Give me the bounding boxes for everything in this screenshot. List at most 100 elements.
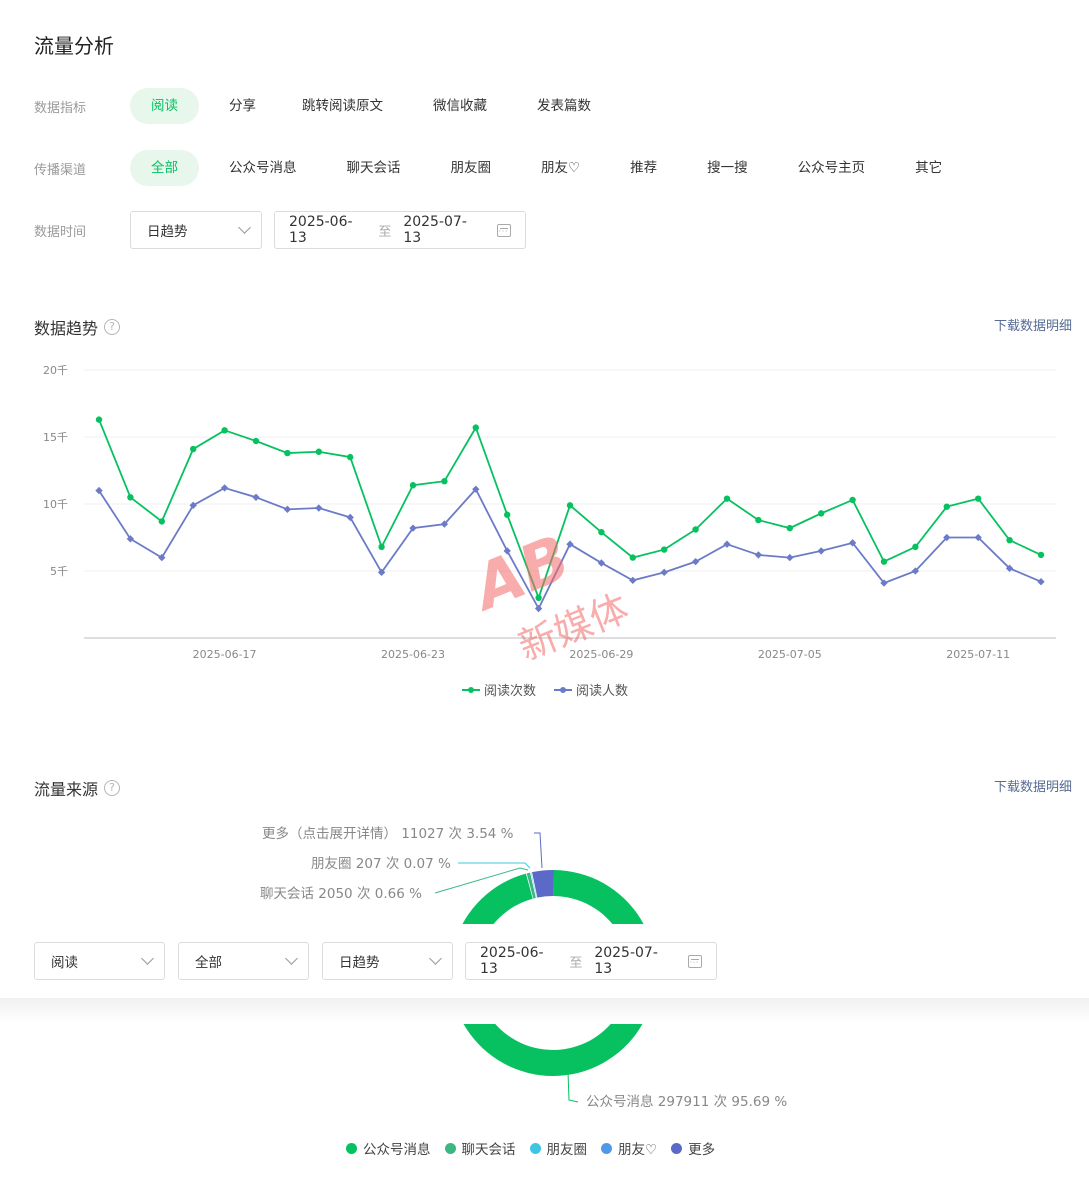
data-point-reads [1006, 536, 1013, 544]
metric-filter-label: 数据指标 [34, 100, 87, 116]
legend-swatch-readers [554, 686, 573, 693]
data-point-reads [535, 594, 542, 601]
metric-filter-row: 数据指标 阅读 分享 跳转阅读原文 微信收藏 发表篇数 [34, 88, 611, 124]
trend-section-title: 数据趋势 ? [34, 315, 121, 339]
data-point-reads [629, 554, 636, 561]
source-legend-item-more[interactable]: 更多 [671, 1138, 715, 1158]
data-point-reads [158, 518, 165, 525]
legend-dot [444, 1142, 456, 1154]
page-title: 流量分析 [34, 34, 114, 58]
pie-label-moments: 朋友圈 207 次 0.07 % [311, 856, 451, 872]
pie-label-official: 公众号消息 297911 次 95.69 % [586, 1093, 787, 1110]
data-point-readers [283, 505, 292, 514]
source-legend-label: 朋友圈 [546, 1142, 588, 1158]
help-icon[interactable]: ? [104, 319, 121, 335]
float-granularity-value: 日趋势 [339, 955, 380, 971]
data-point-reads [723, 495, 731, 502]
data-point-readers [723, 540, 731, 548]
floating-filter-bar: 阅读 全部 日趋势 2025-06-13 至 2025-07-13 [0, 924, 1089, 998]
data-point-reads [504, 511, 511, 518]
data-point-reads [692, 526, 699, 533]
channel-tab-official-msg[interactable]: 公众号消息 [209, 150, 317, 186]
date-range-picker[interactable]: 2025-06-13 至 2025-07-13 [274, 211, 526, 249]
float-granularity-select[interactable]: 日趋势 [322, 942, 453, 980]
source-legend-label: 朋友♡ [618, 1142, 658, 1158]
data-point-readers [629, 576, 637, 585]
trend-title-text: 数据趋势 [34, 319, 99, 338]
data-point-readers [786, 553, 794, 562]
source-legend-item-official[interactable]: 公众号消息 [346, 1138, 431, 1158]
data-point-reads [190, 445, 197, 453]
data-point-reads [127, 494, 134, 501]
source-legend-item-friends[interactable]: 朋友♡ [601, 1138, 657, 1158]
float-channel-value: 全部 [195, 955, 222, 971]
legend-dot [529, 1142, 541, 1154]
source-legend-label: 更多 [688, 1142, 716, 1158]
granularity-select[interactable]: 日趋势 [130, 211, 262, 249]
calendar-icon [687, 954, 702, 968]
data-point-readers [817, 547, 825, 555]
data-point-reads [755, 516, 762, 524]
donut-slice-more [532, 870, 555, 898]
legend-dot [671, 1142, 683, 1154]
data-point-reads [221, 427, 228, 434]
data-point-reads [786, 524, 793, 532]
data-point-readers [754, 551, 763, 559]
floating-bar-shadow [0, 998, 1089, 1024]
leader-line-more [534, 832, 543, 869]
float-channel-select[interactable]: 全部 [178, 942, 309, 980]
data-point-reads [849, 496, 856, 504]
help-icon[interactable]: ? [104, 780, 121, 796]
channel-tab-all[interactable]: 全部 [130, 150, 199, 186]
channel-tab-homepage[interactable]: 公众号主页 [778, 150, 886, 186]
legend-dot [346, 1142, 357, 1154]
data-point-readers [252, 493, 260, 501]
data-point-readers [691, 557, 700, 566]
channel-tab-recommend[interactable]: 推荐 [610, 150, 677, 186]
data-point-reads [598, 528, 605, 536]
y-tick-label: 15千 [43, 431, 68, 444]
channel-tab-chat[interactable]: 聊天会话 [327, 150, 421, 186]
legend-item-reads[interactable]: 阅读次数 [462, 680, 536, 699]
legend-item-readers[interactable]: 阅读人数 [554, 680, 628, 699]
data-point-readers [534, 604, 543, 613]
trend-line-chart: 20千 15千 10千 5千 2025-06-17 2025-06-23 2025-06-2… [43, 364, 1056, 661]
float-date-from: 2025-06-13 [480, 945, 544, 977]
x-tick-label: 2025-06-29 [569, 648, 633, 661]
source-legend-label: 聊天会话 [461, 1142, 516, 1158]
source-legend-item-moments[interactable]: 朋友圈 [529, 1138, 588, 1158]
x-tick-label: 2025-06-23 [381, 648, 445, 661]
data-point-reads [880, 558, 888, 565]
float-metric-select[interactable]: 阅读 [34, 942, 165, 980]
data-point-reads [95, 416, 103, 423]
float-metric-value: 阅读 [51, 955, 78, 971]
channel-filter-label: 传播渠道 [34, 162, 87, 178]
legend-swatch-reads [462, 686, 480, 693]
data-point-reads [818, 510, 825, 517]
chevron-down-icon [285, 952, 298, 965]
metric-tab-favorite[interactable]: 微信收藏 [413, 88, 507, 124]
source-download-link[interactable]: 下载数据明细 [994, 776, 1072, 795]
metric-tab-publish-count[interactable]: 发表篇数 [517, 88, 611, 124]
legend-dot [601, 1142, 612, 1154]
channel-tab-moments[interactable]: 朋友圈 [431, 150, 512, 186]
data-point-reads [252, 437, 260, 445]
channel-tab-other[interactable]: 其它 [895, 150, 962, 186]
source-title-text: 流量来源 [34, 780, 99, 799]
float-date-range-picker[interactable]: 2025-06-13 至 2025-07-13 [465, 942, 717, 980]
channel-tab-friends[interactable]: 朋友♡ [521, 150, 600, 186]
data-point-reads [566, 502, 574, 509]
metric-tab-read[interactable]: 阅读 [130, 88, 199, 124]
data-point-readers [220, 484, 229, 492]
data-point-readers [346, 513, 354, 522]
data-point-reads [472, 424, 479, 431]
channel-tab-search[interactable]: 搜一搜 [687, 150, 768, 186]
trend-download-link[interactable]: 下载数据明细 [994, 315, 1072, 334]
channel-filter-row: 传播渠道 全部 公众号消息 聊天会话 朋友圈 朋友♡ 推荐 搜一搜 公众号主页 … [34, 150, 962, 186]
chevron-down-icon [238, 221, 251, 234]
metric-tab-share[interactable]: 分享 [209, 88, 276, 124]
data-point-reads [661, 546, 668, 553]
metric-tab-read-original[interactable]: 跳转阅读原文 [282, 88, 403, 124]
source-legend-item-chat[interactable]: 聊天会话 [444, 1138, 516, 1158]
leader-line-official [567, 1071, 579, 1103]
